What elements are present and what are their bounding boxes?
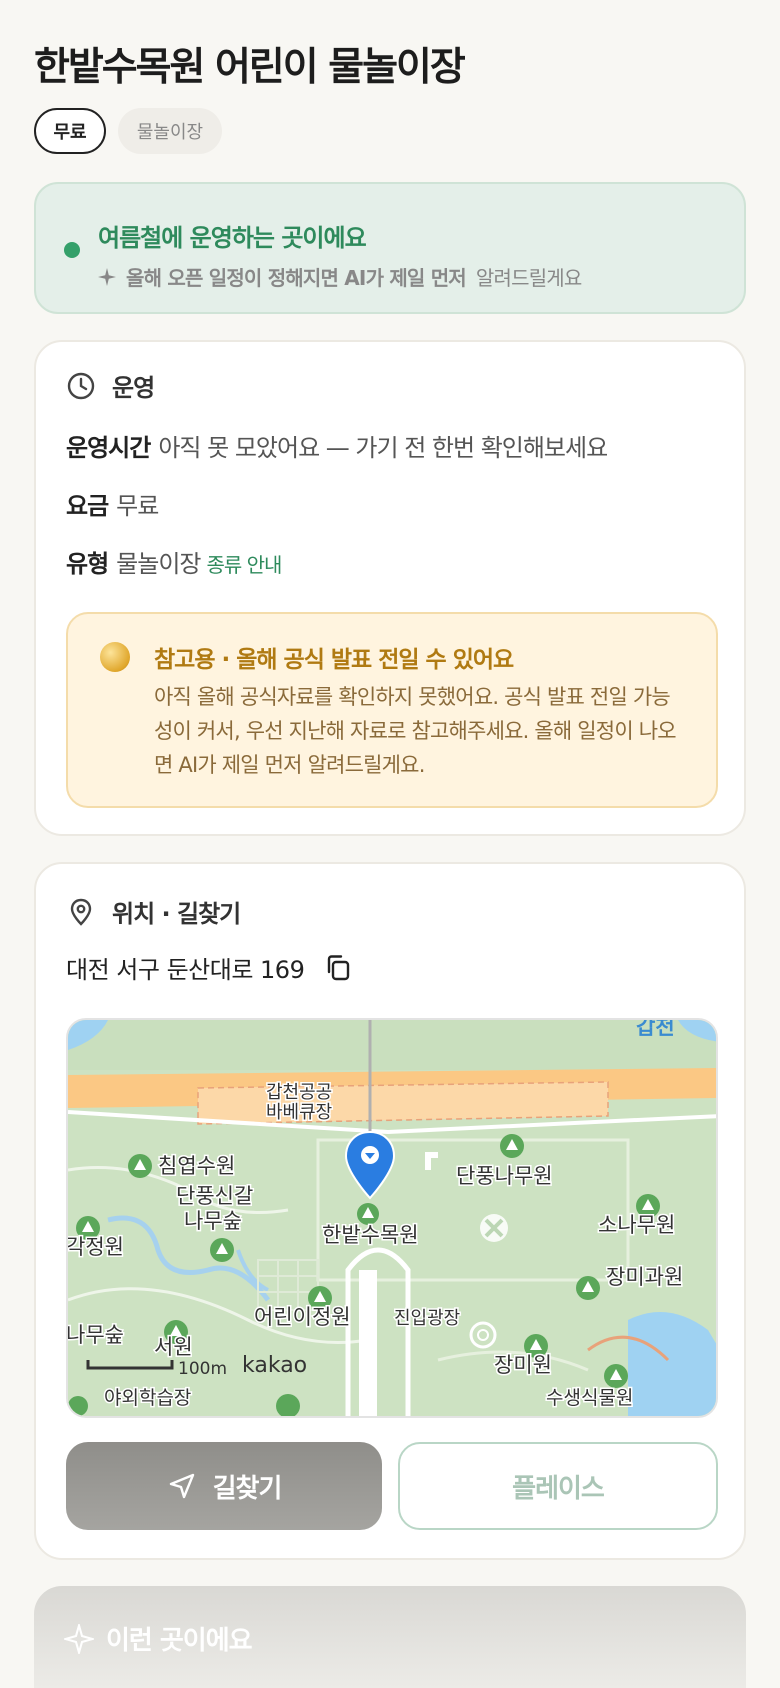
location-heading: 위치 · 길찾기 <box>66 894 241 929</box>
hours-label: 운영시간 <box>66 434 151 462</box>
operation-heading-label: 운영 <box>112 374 155 402</box>
map-brand: kakao <box>242 1353 307 1378</box>
location-heading-label: 위치 · 길찾기 <box>112 900 241 928</box>
about-heading: 이런 곳이에요 <box>64 1620 253 1657</box>
notice-subtitle-rest: 알려드릴게요 <box>475 266 582 290</box>
map-label-maple: 단풍나무원 <box>456 1164 553 1188</box>
page-title: 한밭수목원 어린이 물놀이장 <box>34 45 466 90</box>
location-card: 위치 · 길찾기 대전 서구 둔산대로 169 갑천공공 바베큐장 침엽수원 단… <box>34 862 746 1560</box>
status-dot <box>64 242 80 258</box>
map-label-rosaceae: 장미과원 <box>606 1265 683 1289</box>
hours-row: 운영시간 아직 못 모았어요 — 가기 전 한번 확인해보세요 <box>66 428 608 463</box>
map-canvas[interactable]: 갑천공공 바베큐장 침엽수원 단풍신갈 나무숲 각정원 한밭수목원 단풍나무원 … <box>68 1020 718 1418</box>
location-pin-icon <box>70 898 92 926</box>
warning-title: 참고용 · 올해 공식 발표 전일 수 있어요 <box>154 647 514 673</box>
map-label-kids-garden: 어린이정원 <box>254 1305 351 1329</box>
place-button[interactable]: 플레이스 <box>398 1442 718 1530</box>
map-label-gapcheon: 갑천 <box>636 1020 675 1039</box>
type-guide-link[interactable]: 종류 안내 <box>207 553 283 577</box>
fee-chip[interactable]: 무료 <box>34 108 106 154</box>
notice-subtitle: 올해 오픈 일정이 정해지면 AI가 제일 먼저 알려드릴게요 <box>98 262 582 291</box>
map-label-pine: 소나무원 <box>598 1213 675 1237</box>
fee-label: 요금 <box>66 492 109 520</box>
map-label-hanbat: 한밭수목원 <box>322 1223 419 1247</box>
map-label-conifer: 침엽수원 <box>158 1154 235 1178</box>
warning-body: 아직 올해 공식자료를 확인하지 못했어요. 공식 발표 전일 가능성이 커서,… <box>154 685 677 777</box>
map-label-maple-oak1: 단풍신갈 <box>176 1184 253 1208</box>
map-label-maple-oak2: 나무숲 <box>184 1209 242 1233</box>
map-label-seowon: 서원 <box>154 1335 193 1359</box>
type-value: 물놀이장 <box>116 550 201 578</box>
fee-row: 요금 무료 <box>66 486 159 521</box>
hours-value: 아직 못 모았어요 — 가기 전 한번 확인해보세요 <box>158 434 608 462</box>
season-notice: 여름철에 운영하는 곳이에요 올해 오픈 일정이 정해지면 AI가 제일 먼저 … <box>34 182 746 314</box>
navigation-arrow-icon <box>169 1473 194 1499</box>
notice-subtitle-bold: 올해 오픈 일정이 정해지면 AI가 제일 먼저 <box>126 266 467 290</box>
about-card: 이런 곳이에요 <box>34 1586 746 1688</box>
sparkle-icon <box>98 267 116 286</box>
map-label-aquatic: 수생식물원 <box>546 1387 633 1409</box>
operation-card: 운영 운영시간 아직 못 모았어요 — 가기 전 한번 확인해보세요 요금 무료 유… <box>34 340 746 836</box>
address-row: 대전 서구 둔산대로 169 <box>66 950 352 985</box>
map-scale-label: 100m <box>178 1359 227 1379</box>
coin-icon <box>100 642 130 672</box>
address-text: 대전 서구 둔산대로 169 <box>66 956 305 984</box>
map-label-forest: 나무숲 <box>68 1323 124 1347</box>
about-heading-label: 이런 곳이에요 <box>106 1626 253 1656</box>
map-label-bbq1: 갑천공공 <box>266 1082 332 1103</box>
type-chip[interactable]: 물놀이장 <box>118 108 222 154</box>
map-label-garden: 각정원 <box>68 1235 124 1259</box>
reference-warning: 참고용 · 올해 공식 발표 전일 수 있어요 아직 올해 공식자료를 확인하지… <box>66 612 718 808</box>
map-label-entrance: 진입광장 <box>394 1308 460 1329</box>
fee-value: 무료 <box>116 492 159 520</box>
type-label: 유형 <box>66 550 109 578</box>
notice-title: 여름철에 운영하는 곳이에요 <box>98 224 367 252</box>
copy-icon[interactable] <box>324 953 352 983</box>
route-button-label: 길찾기 <box>212 1473 283 1504</box>
clock-icon <box>67 372 95 399</box>
route-button[interactable]: 길찾기 <box>66 1442 382 1530</box>
map-view[interactable]: 갑천공공 바베큐장 침엽수원 단풍신갈 나무숲 각정원 한밭수목원 단풍나무원 … <box>66 1018 718 1418</box>
map-label-outdoor: 야외학습장 <box>104 1387 191 1409</box>
type-row: 유형 물놀이장 종류 안내 <box>66 544 283 579</box>
map-label-rose: 장미원 <box>494 1353 552 1377</box>
operation-heading: 운영 <box>66 368 155 403</box>
map-label-bbq2: 바베큐장 <box>266 1102 332 1123</box>
sparkle-icon <box>64 1623 94 1654</box>
place-button-label: 플레이스 <box>512 1473 605 1504</box>
